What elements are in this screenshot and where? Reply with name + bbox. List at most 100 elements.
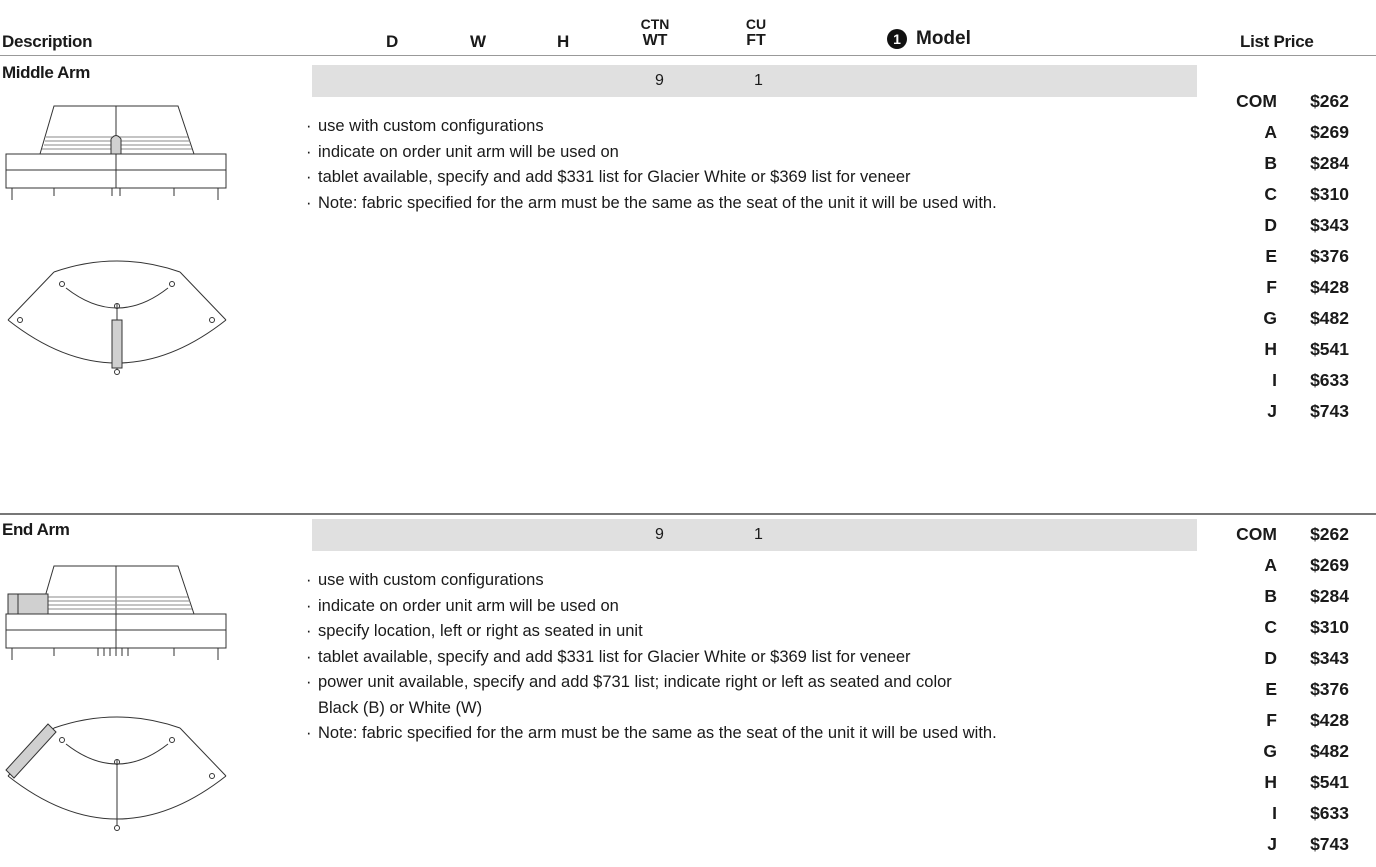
middle-arm-plan-drawing [4, 268, 230, 380]
price-value: $376 [1310, 679, 1349, 699]
spec-band: 9 1 [312, 519, 1197, 551]
price-value: $633 [1310, 803, 1349, 823]
price-grade: A [1264, 122, 1277, 142]
note-item: indicate on order unit arm will be used … [306, 594, 1206, 620]
ctn-wt-value: 9 [655, 72, 664, 89]
price-value: $284 [1310, 586, 1349, 606]
price-row: C $310 [1226, 612, 1376, 643]
price-grade: D [1264, 648, 1277, 668]
header-ctn-wt-line2: WT [642, 32, 668, 49]
note-item: Note: fabric specified for the arm must … [306, 721, 1206, 747]
price-value: $482 [1310, 308, 1349, 328]
price-value: $269 [1310, 555, 1349, 575]
price-row: I $633 [1226, 365, 1376, 396]
price-row: D $343 [1226, 210, 1376, 241]
header-cu-ft: CU FT [741, 16, 771, 49]
price-row: F $428 [1226, 705, 1376, 736]
price-row: E $376 [1226, 674, 1376, 705]
price-grade: G [1263, 308, 1277, 328]
price-value: $428 [1310, 277, 1349, 297]
notes-list: use with custom configurations indicate … [306, 568, 1206, 747]
price-list: COM $262 A $269 B $284 C $310 D $343 E $376 F $… [1226, 86, 1376, 427]
price-grade: D [1264, 215, 1277, 235]
price-grade: COM [1236, 524, 1277, 544]
note-item: tablet available, specify and add $331 l… [306, 645, 1206, 671]
price-row: A $269 [1226, 550, 1376, 581]
price-grade: F [1266, 277, 1277, 297]
price-row: B $284 [1226, 581, 1376, 612]
price-value: $428 [1310, 710, 1349, 730]
price-row: D $343 [1226, 643, 1376, 674]
middle-arm-front-drawing [4, 104, 230, 204]
price-value: $743 [1310, 401, 1349, 421]
price-row: J $743 [1226, 829, 1376, 860]
price-row: A $269 [1226, 117, 1376, 148]
price-grade: A [1264, 555, 1277, 575]
price-list: COM $262 A $269 B $284 C $310 D $343 E $376 F $… [1226, 519, 1376, 860]
price-value: $541 [1310, 339, 1349, 359]
header-cu-ft-line1: CU [745, 16, 767, 32]
price-row: COM $262 [1226, 86, 1376, 117]
spec-band: 9 1 [312, 65, 1197, 97]
price-row: C $310 [1226, 179, 1376, 210]
price-row: G $482 [1226, 736, 1376, 767]
section-divider [0, 55, 1376, 56]
price-grade: J [1267, 401, 1277, 421]
price-value: $541 [1310, 772, 1349, 792]
price-grade: J [1267, 834, 1277, 854]
header-w: W [470, 32, 486, 51]
price-grade: B [1264, 153, 1277, 173]
note-item: tablet available, specify and add $331 l… [306, 165, 1206, 191]
header-cu-ft-line2: FT [746, 32, 766, 49]
header-description: Description [2, 32, 93, 51]
note-item: specify location, left or right as seate… [306, 619, 1206, 645]
section-divider [0, 513, 1376, 515]
note-item: indicate on order unit arm will be used … [306, 140, 1206, 166]
price-grade: F [1266, 710, 1277, 730]
cu-ft-value: 1 [754, 526, 763, 543]
section-title: Middle Arm [2, 63, 90, 82]
price-value: $343 [1310, 648, 1349, 668]
price-value: $284 [1310, 153, 1349, 173]
price-grade: C [1264, 617, 1277, 637]
price-grade: H [1264, 339, 1277, 359]
price-value: $482 [1310, 741, 1349, 761]
header-ctn-wt-line1: CTN [640, 16, 670, 32]
price-row: G $482 [1226, 303, 1376, 334]
price-value: $262 [1310, 91, 1349, 111]
price-row: B $284 [1226, 148, 1376, 179]
cu-ft-value: 1 [754, 72, 763, 89]
end-arm-front-drawing [4, 564, 230, 664]
ctn-wt-value: 9 [655, 526, 664, 543]
header-model-label: Model [916, 28, 971, 49]
price-grade: C [1264, 184, 1277, 204]
header-model: 1 Model [887, 28, 971, 50]
price-row: H $541 [1226, 334, 1376, 365]
notes-list: use with custom configurations indicate … [306, 114, 1206, 216]
price-value: $743 [1310, 834, 1349, 854]
note-item: Note: fabric specified for the arm must … [306, 191, 1206, 217]
price-grade: COM [1236, 91, 1277, 111]
end-arm-plan-drawing [4, 724, 230, 836]
note-item: power unit available, specify and add $7… [306, 670, 1206, 721]
price-row: COM $262 [1226, 519, 1376, 550]
note-item: use with custom configurations [306, 114, 1206, 140]
price-row: J $743 [1226, 396, 1376, 427]
price-value: $262 [1310, 524, 1349, 544]
header-d: D [386, 32, 398, 51]
price-grade: I [1272, 370, 1277, 390]
price-row: E $376 [1226, 241, 1376, 272]
price-row: F $428 [1226, 272, 1376, 303]
price-grade: B [1264, 586, 1277, 606]
header-ctn-wt: CTN WT [632, 16, 678, 49]
price-value: $310 [1310, 617, 1349, 637]
price-row: I $633 [1226, 798, 1376, 829]
price-grade: G [1263, 741, 1277, 761]
price-value: $633 [1310, 370, 1349, 390]
header-h: H [557, 32, 569, 51]
price-value: $269 [1310, 122, 1349, 142]
price-grade: E [1265, 246, 1277, 266]
header-list-price: List Price [1240, 32, 1314, 51]
model-number-badge: 1 [887, 29, 907, 49]
price-value: $310 [1310, 184, 1349, 204]
